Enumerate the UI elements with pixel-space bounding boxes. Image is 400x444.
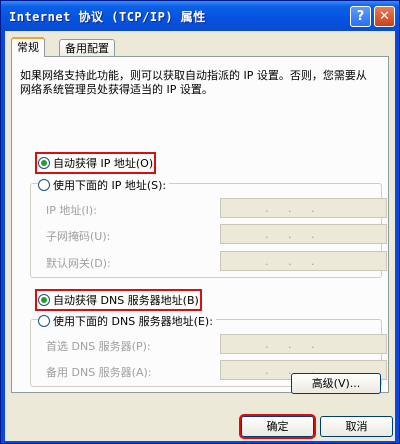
title-bar[interactable]: Internet 协议 (TCP/IP) 属性 ? ✕ [1,1,399,31]
preferred-dns-label: 首选 DNS 服务器(P): [46,340,151,353]
ip-manual-option[interactable]: 使用下面的 IP 地址(S): [38,177,170,193]
cancel-button[interactable]: 取消 [320,416,393,437]
default-gateway-dots: . . . [265,255,323,268]
ip-auto-radio[interactable] [38,157,50,169]
close-button[interactable]: ✕ [374,6,395,27]
ip-address-label: IP 地址(I): [46,204,97,217]
subnet-mask-dots: . . . [265,228,323,241]
preferred-dns-dots: . . . [265,338,323,351]
dialog-body: 常规 备用配置 如果网络支持此功能，则可以获取自动指派的 IP 设置。否则，您需… [5,31,395,441]
default-gateway-label: 默认网关(D): [46,257,111,270]
help-button[interactable]: ? [350,6,371,27]
subnet-mask-label: 子网掩码(U): [46,230,111,243]
dns-manual-option[interactable]: 使用下面的 DNS 服务器地址(E): [38,313,216,329]
ip-auto-label: 自动获得 IP 地址(O) [53,157,154,170]
properties-dialog: Internet 协议 (TCP/IP) 属性 ? ✕ 常规 备用配置 如果网络… [0,0,400,444]
dns-auto-option[interactable]: 自动获得 DNS 服务器地址(B) [35,289,202,311]
subnet-mask-input[interactable]: . . . [220,224,387,244]
general-tab-panel: 如果网络支持此功能，则可以获取自动指派的 IP 设置。否则，您需要从网络系统管理… [11,56,389,393]
ip-address-input[interactable]: . . . [220,198,387,218]
dns-manual-label: 使用下面的 DNS 服务器地址(E): [53,315,213,328]
ip-address-dots: . . . [265,202,323,215]
ip-auto-option[interactable]: 自动获得 IP 地址(O) [34,152,157,174]
window-title: Internet 协议 (TCP/IP) 属性 [9,10,206,24]
ip-manual-label: 使用下面的 IP 地址(S): [53,179,167,192]
dns-auto-label: 自动获得 DNS 服务器地址(B) [53,294,199,307]
default-gateway-input[interactable]: . . . [220,251,387,271]
advanced-button[interactable]: 高级(V)... [291,373,381,394]
alternate-dns-label: 备用 DNS 服务器(A): [46,366,152,379]
tab-general[interactable]: 常规 [11,37,45,57]
ok-button[interactable]: 确定 [239,414,316,439]
dns-manual-radio[interactable] [38,315,50,327]
description-text: 如果网络支持此功能，则可以获取自动指派的 IP 设置。否则，您需要从网络系统管理… [20,69,367,96]
preferred-dns-input[interactable]: . . . [220,334,387,354]
dns-auto-radio[interactable] [38,294,50,306]
ip-manual-radio[interactable] [38,179,50,191]
